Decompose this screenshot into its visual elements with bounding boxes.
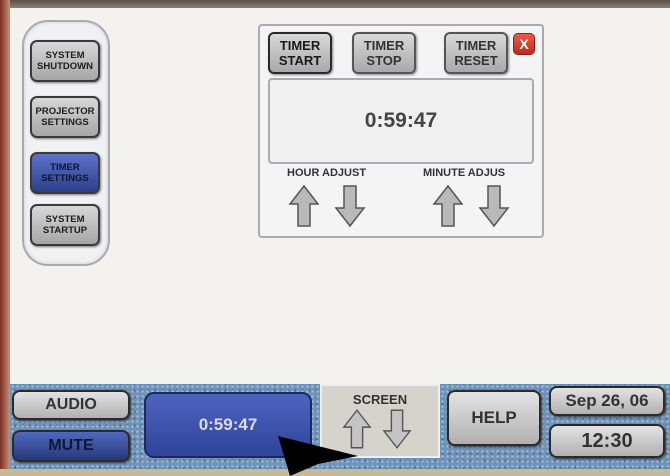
button-label: TIMER	[279, 38, 321, 53]
timer-display-value: 0:59:47	[364, 109, 438, 132]
hour-up-arrow-icon[interactable]	[288, 184, 320, 228]
date-value: Sep 26, 06	[565, 391, 649, 410]
audio-button[interactable]: AUDIO	[12, 390, 130, 420]
system-shutdown-button[interactable]: SYSTEM SHUTDOWN	[30, 40, 100, 82]
button-label: SHUTDOWN	[37, 61, 93, 72]
screen-label: SCREEN	[352, 392, 408, 407]
button-label: AUDIO	[45, 396, 97, 413]
timer-start-button[interactable]: TIMER START	[268, 32, 332, 74]
button-label: STOP	[366, 53, 402, 68]
button-label: HELP	[471, 408, 517, 427]
timer-display: 0:59:47	[268, 78, 534, 164]
hour-adjust-label: HOUR ADJUST	[287, 167, 367, 179]
pointer-cursor-icon	[278, 436, 358, 476]
button-label: TIMER	[50, 162, 80, 173]
timer-settings-button[interactable]: TIMER SETTINGS	[30, 152, 100, 194]
timer-stop-button[interactable]: TIMER STOP	[352, 32, 416, 74]
timer-reset-button[interactable]: TIMER RESET	[444, 32, 508, 74]
minute-down-arrow-icon[interactable]	[478, 184, 510, 228]
button-label: TIMER	[363, 38, 405, 53]
minute-up-arrow-icon[interactable]	[432, 184, 464, 228]
projector-settings-button[interactable]: PROJECTOR SETTINGS	[30, 96, 100, 138]
hour-down-arrow-icon[interactable]	[334, 184, 366, 228]
button-label: START	[278, 53, 322, 68]
button-label: SYSTEM	[45, 214, 85, 225]
close-label: X	[519, 36, 529, 52]
monitor-bezel-left	[0, 0, 10, 469]
timer-readout-value: 0:59:47	[198, 415, 258, 434]
timer-settings-panel: TIMER START TIMER STOP TIMER RESET X 0:59:4…	[258, 24, 544, 238]
help-button[interactable]: HELP	[447, 390, 541, 446]
button-label: PROJECTOR	[35, 106, 95, 117]
monitor-bezel-top	[0, 0, 670, 8]
time-display: 12:30	[549, 424, 665, 458]
button-label: RESET	[454, 53, 498, 68]
button-label: MUTE	[48, 437, 94, 454]
close-icon[interactable]: X	[513, 33, 535, 55]
screen-down-arrow-icon[interactable]	[382, 408, 412, 450]
system-startup-button[interactable]: SYSTEM STARTUP	[30, 204, 100, 246]
button-label: SYSTEM	[45, 50, 85, 61]
time-value: 12:30	[581, 429, 633, 452]
button-label: SETTINGS	[41, 173, 89, 184]
button-label: STARTUP	[42, 225, 88, 236]
mute-button[interactable]: MUTE	[12, 430, 130, 462]
date-display: Sep 26, 06	[549, 386, 665, 416]
button-label: SETTINGS	[41, 117, 89, 128]
side-navigation-panel: SYSTEM SHUTDOWN PROJECTOR SETTINGS TIMER SE…	[22, 20, 110, 266]
minute-adjust-label: MINUTE ADJUS	[423, 167, 506, 179]
button-label: TIMER	[455, 38, 497, 53]
